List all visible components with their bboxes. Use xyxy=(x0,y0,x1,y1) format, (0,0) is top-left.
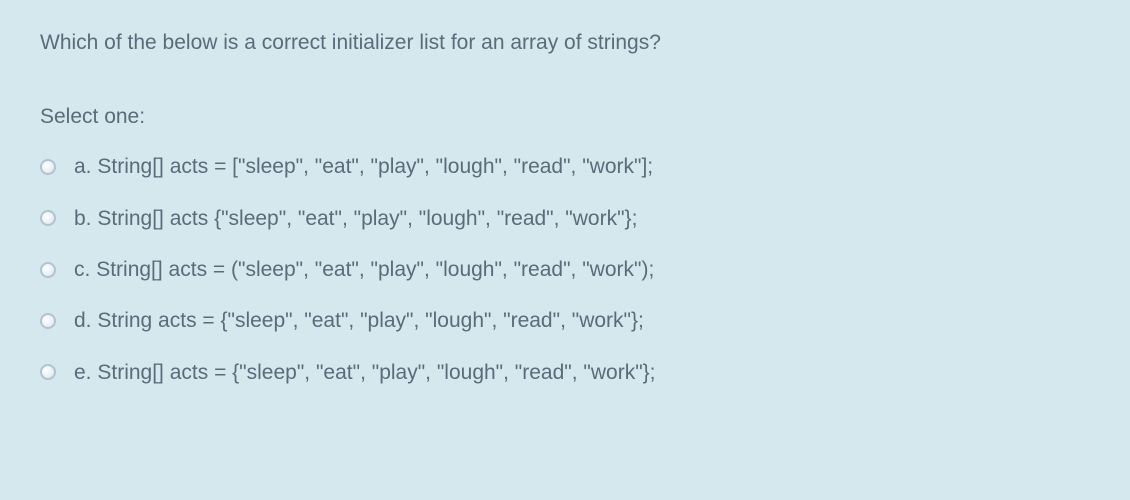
radio-a[interactable] xyxy=(40,159,56,175)
option-label-a: a. String[] acts = ["sleep", "eat", "pla… xyxy=(74,153,653,180)
options-group: a. String[] acts = ["sleep", "eat", "pla… xyxy=(40,153,1090,385)
select-one-prompt: Select one: xyxy=(40,105,1090,129)
option-label-c: c. String[] acts = ("sleep", "eat", "pla… xyxy=(74,256,654,283)
option-row-d[interactable]: d. String acts = {"sleep", "eat", "play"… xyxy=(40,307,1090,334)
question-text: Which of the below is a correct initiali… xyxy=(40,28,1090,57)
radio-b[interactable] xyxy=(40,210,56,226)
option-text: String[] acts = {"sleep", "eat", "play",… xyxy=(97,361,655,384)
option-label-b: b. String[] acts {"sleep", "eat", "play"… xyxy=(74,205,637,232)
option-letter: d. xyxy=(74,309,92,332)
option-text: String[] acts = ("sleep", "eat", "play",… xyxy=(96,258,654,281)
option-letter: e. xyxy=(74,361,92,384)
option-row-e[interactable]: e. String[] acts = {"sleep", "eat", "pla… xyxy=(40,359,1090,386)
option-text: String[] acts = ["sleep", "eat", "play",… xyxy=(97,155,653,178)
option-label-e: e. String[] acts = {"sleep", "eat", "pla… xyxy=(74,359,656,386)
option-text: String acts = {"sleep", "eat", "play", "… xyxy=(97,309,643,332)
option-letter: a. xyxy=(74,155,92,178)
option-label-d: d. String acts = {"sleep", "eat", "play"… xyxy=(74,307,644,334)
option-letter: b. xyxy=(74,207,92,230)
radio-e[interactable] xyxy=(40,364,56,380)
option-row-c[interactable]: c. String[] acts = ("sleep", "eat", "pla… xyxy=(40,256,1090,283)
radio-c[interactable] xyxy=(40,262,56,278)
option-letter: c. xyxy=(74,258,90,281)
option-text: String[] acts {"sleep", "eat", "play", "… xyxy=(97,207,637,230)
radio-d[interactable] xyxy=(40,313,56,329)
option-row-b[interactable]: b. String[] acts {"sleep", "eat", "play"… xyxy=(40,205,1090,232)
option-row-a[interactable]: a. String[] acts = ["sleep", "eat", "pla… xyxy=(40,153,1090,180)
